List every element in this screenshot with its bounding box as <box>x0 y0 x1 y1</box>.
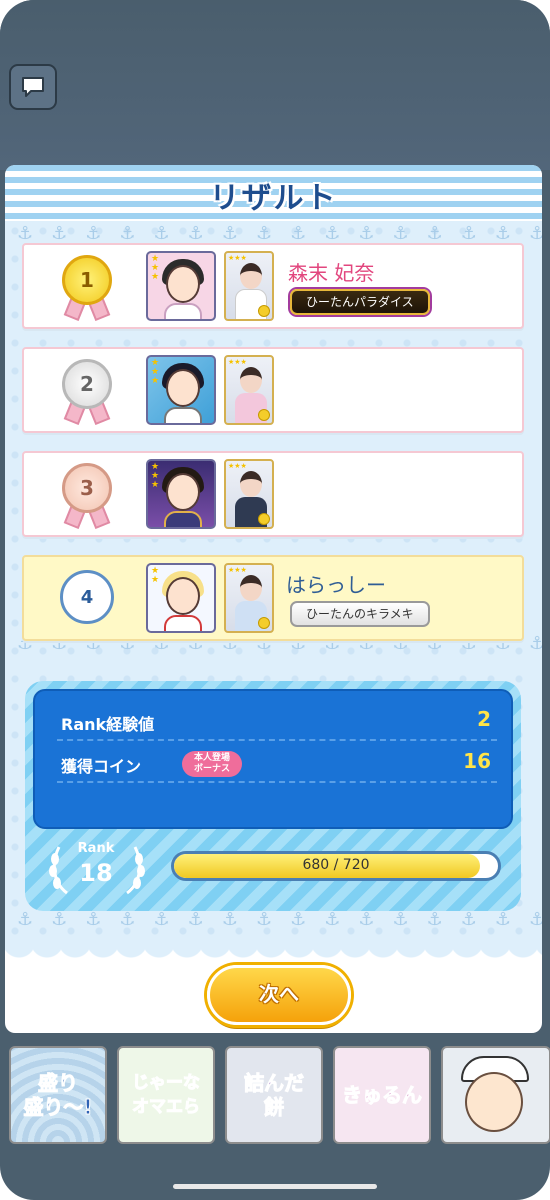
player-avatar: ★ ★ ★ <box>146 355 216 425</box>
rank-number: 3 <box>62 463 112 513</box>
bronze-medal-icon: 3 <box>58 463 116 530</box>
coin-label: 獲得コイン <box>61 757 142 776</box>
stamp-label: 詰んだ 餅 <box>244 1071 305 1120</box>
chat-button[interactable] <box>9 64 57 110</box>
gold-medal-icon: 1 <box>58 255 116 322</box>
rank-progress-text: 680 / 720 <box>302 857 370 873</box>
rank-value: 18 <box>79 859 113 887</box>
member-photo-card: ★★★ <box>224 459 274 529</box>
bonus-badge: 本人登場 ボーナス <box>182 751 242 777</box>
stamp-label: 盛り 盛り〜! <box>23 1071 93 1120</box>
result-row-3: 3 ★ ★ ★ ★★★ <box>22 451 524 537</box>
rank-progress-bar: 680 / 720 <box>171 851 501 881</box>
coin-icon <box>258 617 270 629</box>
background <box>0 0 550 170</box>
stamp-label: きゅるん <box>342 1083 423 1108</box>
character-face-icon <box>465 1072 523 1132</box>
reward-summary: Rank経験値 2 獲得コイン 本人登場 ボーナス 16 <box>33 689 513 829</box>
member-photo-card: ★★★ <box>224 355 274 425</box>
coin-row: 獲得コイン 本人登場 ボーナス 16 <box>57 743 497 783</box>
anchor-pattern: ⚓⚓⚓⚓⚓⚓⚓⚓⚓⚓⚓⚓⚓⚓⚓⚓ <box>17 909 542 930</box>
stamp-kyurun[interactable]: きゅるん <box>333 1046 431 1144</box>
stamp-janaa-omaera[interactable]: じゃーな オマエら <box>117 1046 215 1144</box>
empty-row <box>57 785 497 825</box>
member-photo-card: ★★★ <box>224 251 274 321</box>
rank-label: Rank <box>77 841 115 856</box>
stamp-label: じゃーな オマエら <box>132 1073 201 1118</box>
stamp-character[interactable] <box>441 1046 550 1144</box>
bonus-line-1: 本人登場 <box>193 753 230 763</box>
next-button[interactable]: 次へ <box>207 965 351 1025</box>
result-row-4: 4 ★ ★ ★★★ はらっしー ひーたんのキラメキ <box>22 555 524 641</box>
result-panel: リザルト ⚓⚓⚓⚓⚓⚓⚓⚓⚓⚓⚓⚓⚓⚓⚓⚓ ⚓⚓⚓⚓⚓⚓⚓⚓⚓⚓⚓⚓⚓⚓⚓⚓ ⚓… <box>5 165 542 1033</box>
result-row-2: 2 ★ ★ ★ ★★★ <box>22 347 524 433</box>
rank-exp-label: Rank経験値 <box>61 715 155 734</box>
bonus-line-2: ボーナス <box>193 764 230 774</box>
rank-number: 1 <box>62 255 112 305</box>
rank-exp-value: 2 <box>477 707 491 731</box>
player-avatar: ★ ★ ★ <box>146 251 216 321</box>
reward-panel: Rank経験値 2 獲得コイン 本人登場 ボーナス 16 Rank 18 680… <box>25 681 521 911</box>
phone-screen: リザルト ⚓⚓⚓⚓⚓⚓⚓⚓⚓⚓⚓⚓⚓⚓⚓⚓ ⚓⚓⚓⚓⚓⚓⚓⚓⚓⚓⚓⚓⚓⚓⚓⚓ ⚓… <box>0 0 550 1200</box>
home-indicator[interactable] <box>173 1184 377 1189</box>
player-name: 森末 妃奈 <box>288 261 375 285</box>
coin-value: 16 <box>463 749 491 773</box>
rank-number: 4 <box>60 570 114 624</box>
rank-exp-row: Rank経験値 2 <box>57 701 497 741</box>
member-photo-card: ★★★ <box>224 563 274 633</box>
result-row-1: 1 ★ ★ ★ ★★★ 森末 妃奈 ひーたんパラダイス <box>22 243 524 329</box>
title-badge: ひーたんのキラメキ <box>290 601 430 627</box>
coin-icon <box>258 513 270 525</box>
coin-icon <box>258 305 270 317</box>
player-avatar: ★ ★ ★ <box>146 459 216 529</box>
player-name: はらっしー <box>286 573 386 597</box>
stamp-mori-mori[interactable]: 盛り 盛り〜! <box>9 1046 107 1144</box>
panel-title: リザルト <box>209 181 338 216</box>
title-badge: ひーたんパラダイス <box>290 289 430 315</box>
silver-medal-icon: 2 <box>58 359 116 426</box>
rank-display: Rank 18 <box>41 841 151 901</box>
stamp-bar: 盛り 盛り〜! じゃーな オマエら 詰んだ 餅 きゅるん <box>0 1040 550 1150</box>
stamp-tsunda-mochi[interactable]: 詰んだ 餅 <box>225 1046 323 1144</box>
coin-icon <box>258 409 270 421</box>
player-avatar: ★ ★ <box>146 563 216 633</box>
chat-bubble-icon <box>22 77 44 97</box>
rank-number: 2 <box>62 359 112 409</box>
